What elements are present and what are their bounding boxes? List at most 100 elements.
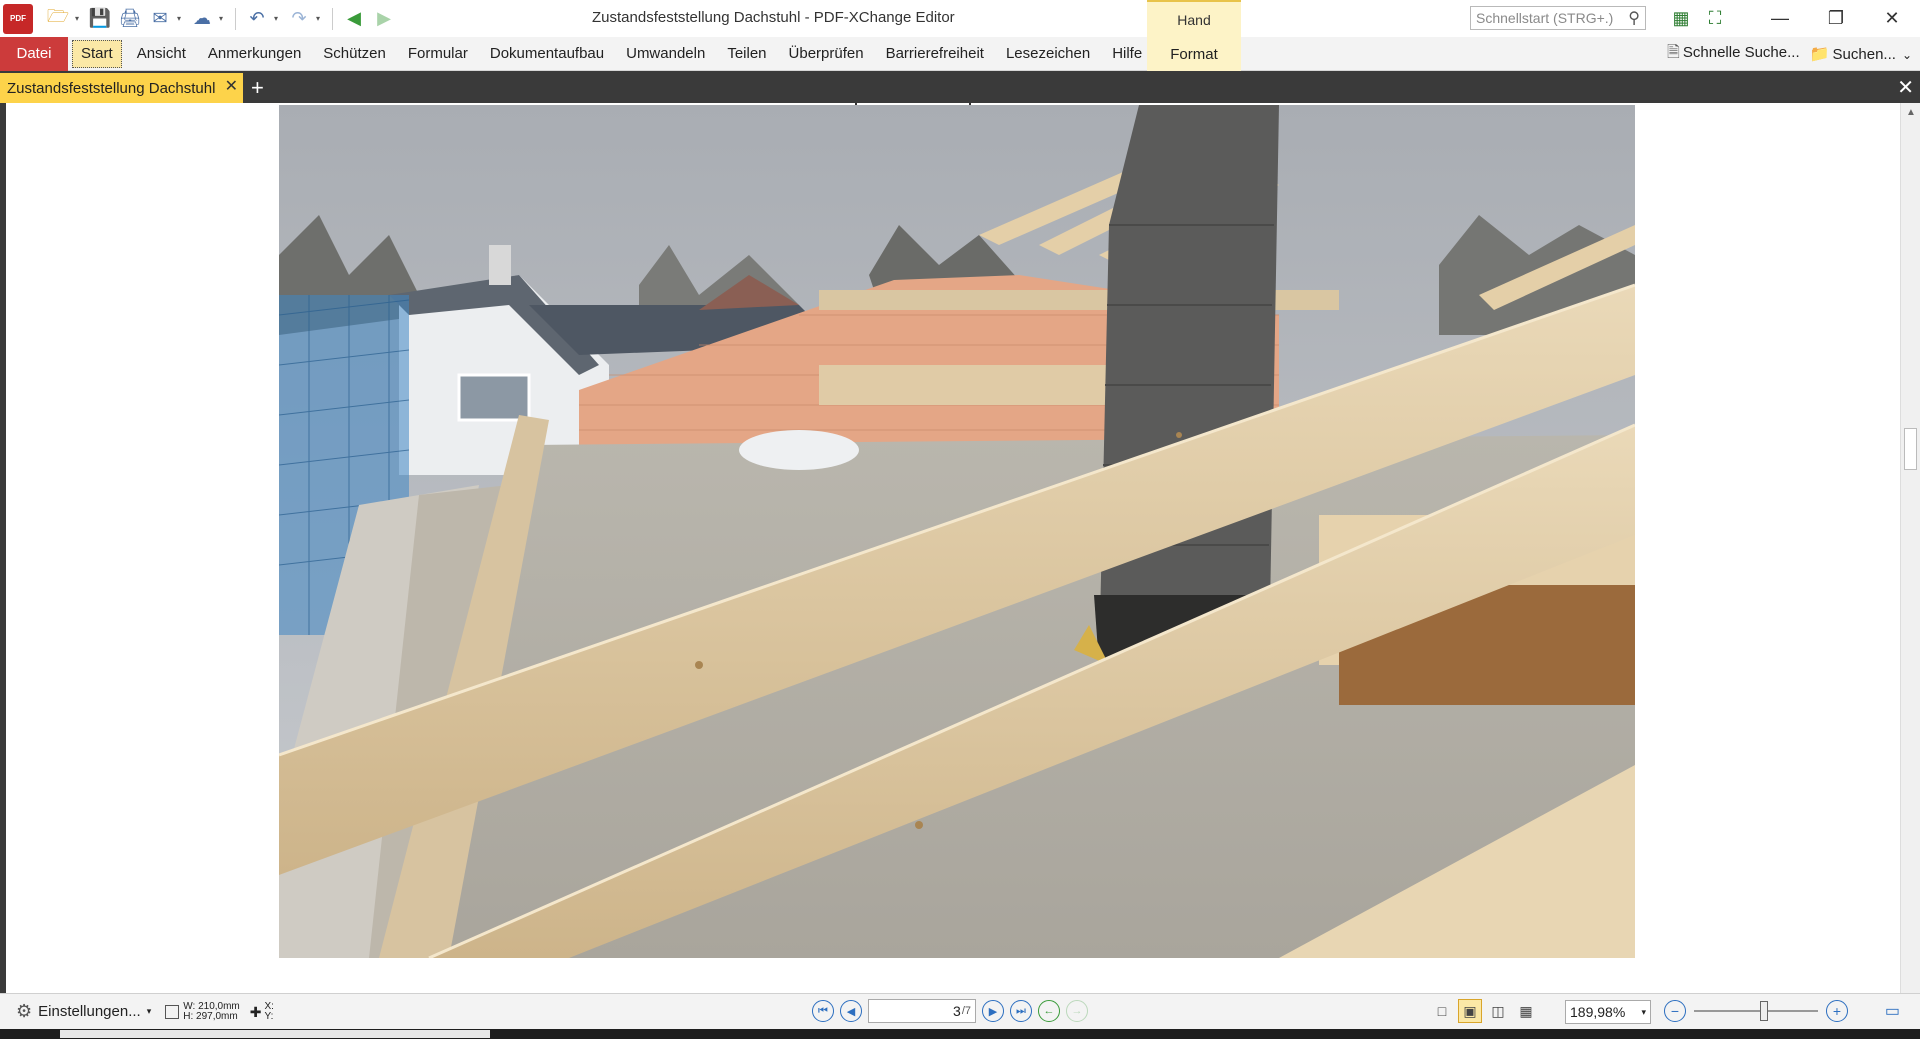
- separator: [235, 7, 236, 30]
- customize-toolbar-icon[interactable]: ▦: [1668, 5, 1694, 31]
- forward-view-icon[interactable]: →: [1066, 1000, 1088, 1022]
- menu-format[interactable]: Format: [1147, 37, 1241, 71]
- page-size-icon: [165, 1004, 180, 1019]
- settings-label: Einstellungen...: [38, 1003, 141, 1020]
- open-dropdown-icon[interactable]: ▾: [75, 14, 83, 23]
- prev-page-icon[interactable]: ◀: [840, 1000, 862, 1022]
- folder-search-icon: 📁: [1809, 46, 1830, 63]
- roof-construction-photo: [279, 105, 1635, 958]
- back-view-icon[interactable]: ←: [1038, 1000, 1060, 1022]
- menu-datei[interactable]: Datei: [0, 36, 68, 71]
- coord-x: X:: [264, 1000, 274, 1012]
- menu-ueberpruefen[interactable]: Überprüfen: [778, 37, 875, 71]
- page-dimensions: W: 210,0mm H: 297,0mm: [165, 1000, 240, 1022]
- zoom-select[interactable]: 189,98% ▾: [1565, 1000, 1651, 1024]
- scroll-up-icon[interactable]: ▲: [1901, 103, 1920, 121]
- quick-search-button[interactable]: 🗎 Schnelle Suche...: [1667, 41, 1800, 68]
- fullscreen-view-icon[interactable]: ▭: [1885, 1001, 1900, 1021]
- taskbar: [0, 1029, 1920, 1039]
- coord-y: Y:: [264, 1010, 274, 1022]
- page-number-input[interactable]: 3 /7: [868, 999, 976, 1023]
- menu-dokumentaufbau[interactable]: Dokumentaufbau: [479, 37, 615, 71]
- undo-dropdown-icon[interactable]: ▾: [274, 14, 282, 23]
- page-photo: [279, 105, 1635, 958]
- quick-access-toolbar: 🗁 ▾ 💾 🖨 ✉ ▾ ☁ ▾ ↶ ▾ ↷ ▾ ◀ ▶: [45, 6, 397, 32]
- save-icon[interactable]: 💾: [87, 6, 113, 32]
- undo-icon[interactable]: ↶: [244, 6, 270, 32]
- menu-barrierefreiheit[interactable]: Barrierefreiheit: [875, 37, 995, 71]
- menu-schuetzen[interactable]: Schützen: [312, 37, 397, 71]
- close-all-tabs-icon[interactable]: ✕: [1897, 75, 1914, 100]
- menu-right-tools: 🗎 Schnelle Suche... 📁 Suchen... ⌄: [1667, 37, 1912, 71]
- taskbar-active-window[interactable]: [60, 1030, 490, 1038]
- window-title: Zustandsfeststellung Dachstuhl - PDF-XCh…: [592, 9, 955, 26]
- forward-icon[interactable]: ▶: [371, 6, 397, 32]
- chevron-down-icon[interactable]: ⌄: [1902, 48, 1912, 62]
- menu-anmerkungen[interactable]: Anmerkungen: [197, 37, 312, 71]
- gear-icon: ⚙: [16, 1001, 33, 1021]
- zoom-in-icon[interactable]: +: [1826, 1000, 1848, 1022]
- search-icon[interactable]: ⚲: [1628, 8, 1640, 28]
- total-pages: /7: [961, 1005, 971, 1017]
- menu-start[interactable]: Start: [72, 39, 122, 68]
- fullscreen-icon[interactable]: ⛶: [1702, 5, 1728, 31]
- ribbon-menu-bar: Datei Start Ansicht Anmerkungen Schützen…: [0, 36, 1920, 71]
- quickstart-search-input[interactable]: Schnellstart (STRG+.) ⚲: [1470, 6, 1646, 30]
- new-tab-button[interactable]: +: [251, 73, 264, 103]
- settings-button[interactable]: ⚙ Einstellungen... ▾: [16, 1001, 151, 1022]
- single-page-icon[interactable]: □: [1430, 999, 1454, 1023]
- document-tab-label: Zustandsfeststellung Dachstuhl: [7, 79, 216, 97]
- print-icon[interactable]: 🖨: [117, 6, 143, 32]
- chevron-down-icon: ▾: [146, 1006, 152, 1016]
- close-tab-icon[interactable]: ✕: [225, 76, 238, 96]
- last-page-icon[interactable]: ⏭: [1010, 1000, 1032, 1022]
- two-page-continuous-icon[interactable]: ▦: [1514, 999, 1538, 1023]
- page-width: W: 210,0mm: [183, 1000, 240, 1012]
- close-window-button[interactable]: ✕: [1864, 0, 1920, 37]
- first-page-icon[interactable]: ⏮: [812, 1000, 834, 1022]
- context-tab-hand[interactable]: Hand: [1147, 0, 1241, 37]
- back-icon[interactable]: ◀: [341, 6, 367, 32]
- menu-formular[interactable]: Formular: [397, 37, 479, 71]
- title-bar: PDF 🗁 ▾ 💾 🖨 ✉ ▾ ☁ ▾ ↶ ▾ ↷ ▾ ◀ ▶ Zustands…: [0, 0, 1920, 37]
- page-height: H: 297,0mm: [183, 1010, 238, 1022]
- scan-dropdown-icon[interactable]: ▾: [219, 14, 227, 23]
- crosshair-icon: ✚: [249, 1003, 262, 1020]
- two-page-icon[interactable]: ◫: [1486, 999, 1510, 1023]
- zoom-slider[interactable]: [1694, 1001, 1818, 1021]
- page-navigation: ⏮ ◀ 3 /7 ▶ ⏭ ← →: [812, 999, 1088, 1023]
- email-icon[interactable]: ✉: [147, 6, 173, 32]
- page-layout-buttons: □ ▣ ◫ ▦: [1430, 999, 1538, 1023]
- zoom-controls: − +: [1664, 1000, 1848, 1022]
- continuous-page-icon[interactable]: ▣: [1458, 999, 1482, 1023]
- menu-teilen[interactable]: Teilen: [716, 37, 777, 71]
- zoom-out-icon[interactable]: −: [1664, 1000, 1686, 1022]
- menu-ansicht[interactable]: Ansicht: [126, 37, 197, 71]
- menu-lesezeichen[interactable]: Lesezeichen: [995, 37, 1101, 71]
- scroll-thumb[interactable]: [1904, 428, 1917, 470]
- next-page-icon[interactable]: ▶: [982, 1000, 1004, 1022]
- quickstart-placeholder: Schnellstart (STRG+.): [1476, 10, 1614, 26]
- separator: [332, 7, 333, 30]
- menu-umwandeln[interactable]: Umwandeln: [615, 37, 716, 71]
- scan-icon[interactable]: ☁: [189, 6, 215, 32]
- chevron-down-icon: ▾: [1641, 1006, 1646, 1017]
- redo-dropdown-icon[interactable]: ▾: [316, 14, 324, 23]
- pdf-logo-icon[interactable]: PDF: [3, 3, 33, 34]
- zoom-value: 189,98%: [1570, 1004, 1626, 1020]
- restore-button[interactable]: ❐: [1808, 0, 1864, 37]
- ribbon-options: ▦ ⛶: [1668, 5, 1728, 31]
- redo-icon[interactable]: ↷: [286, 6, 312, 32]
- document-tab[interactable]: Zustandsfeststellung Dachstuhl ✕: [0, 73, 243, 103]
- zoom-slider-knob[interactable]: [1760, 1001, 1768, 1021]
- vertical-scrollbar[interactable]: ▲: [1900, 103, 1920, 993]
- document-view[interactable]: ▲: [0, 103, 1920, 993]
- email-dropdown-icon[interactable]: ▾: [177, 14, 185, 23]
- search-button[interactable]: 📁 Suchen... ⌄: [1810, 44, 1912, 64]
- document-tab-bar: Zustandsfeststellung Dachstuhl ✕ + ✕: [0, 71, 1920, 103]
- menu-hilfe[interactable]: Hilfe: [1101, 37, 1153, 71]
- document-search-icon: 🗎: [1667, 43, 1680, 61]
- open-folder-icon[interactable]: 🗁: [45, 6, 71, 32]
- window-controls: — ❐ ✕: [1752, 0, 1920, 37]
- minimize-button[interactable]: —: [1752, 0, 1808, 37]
